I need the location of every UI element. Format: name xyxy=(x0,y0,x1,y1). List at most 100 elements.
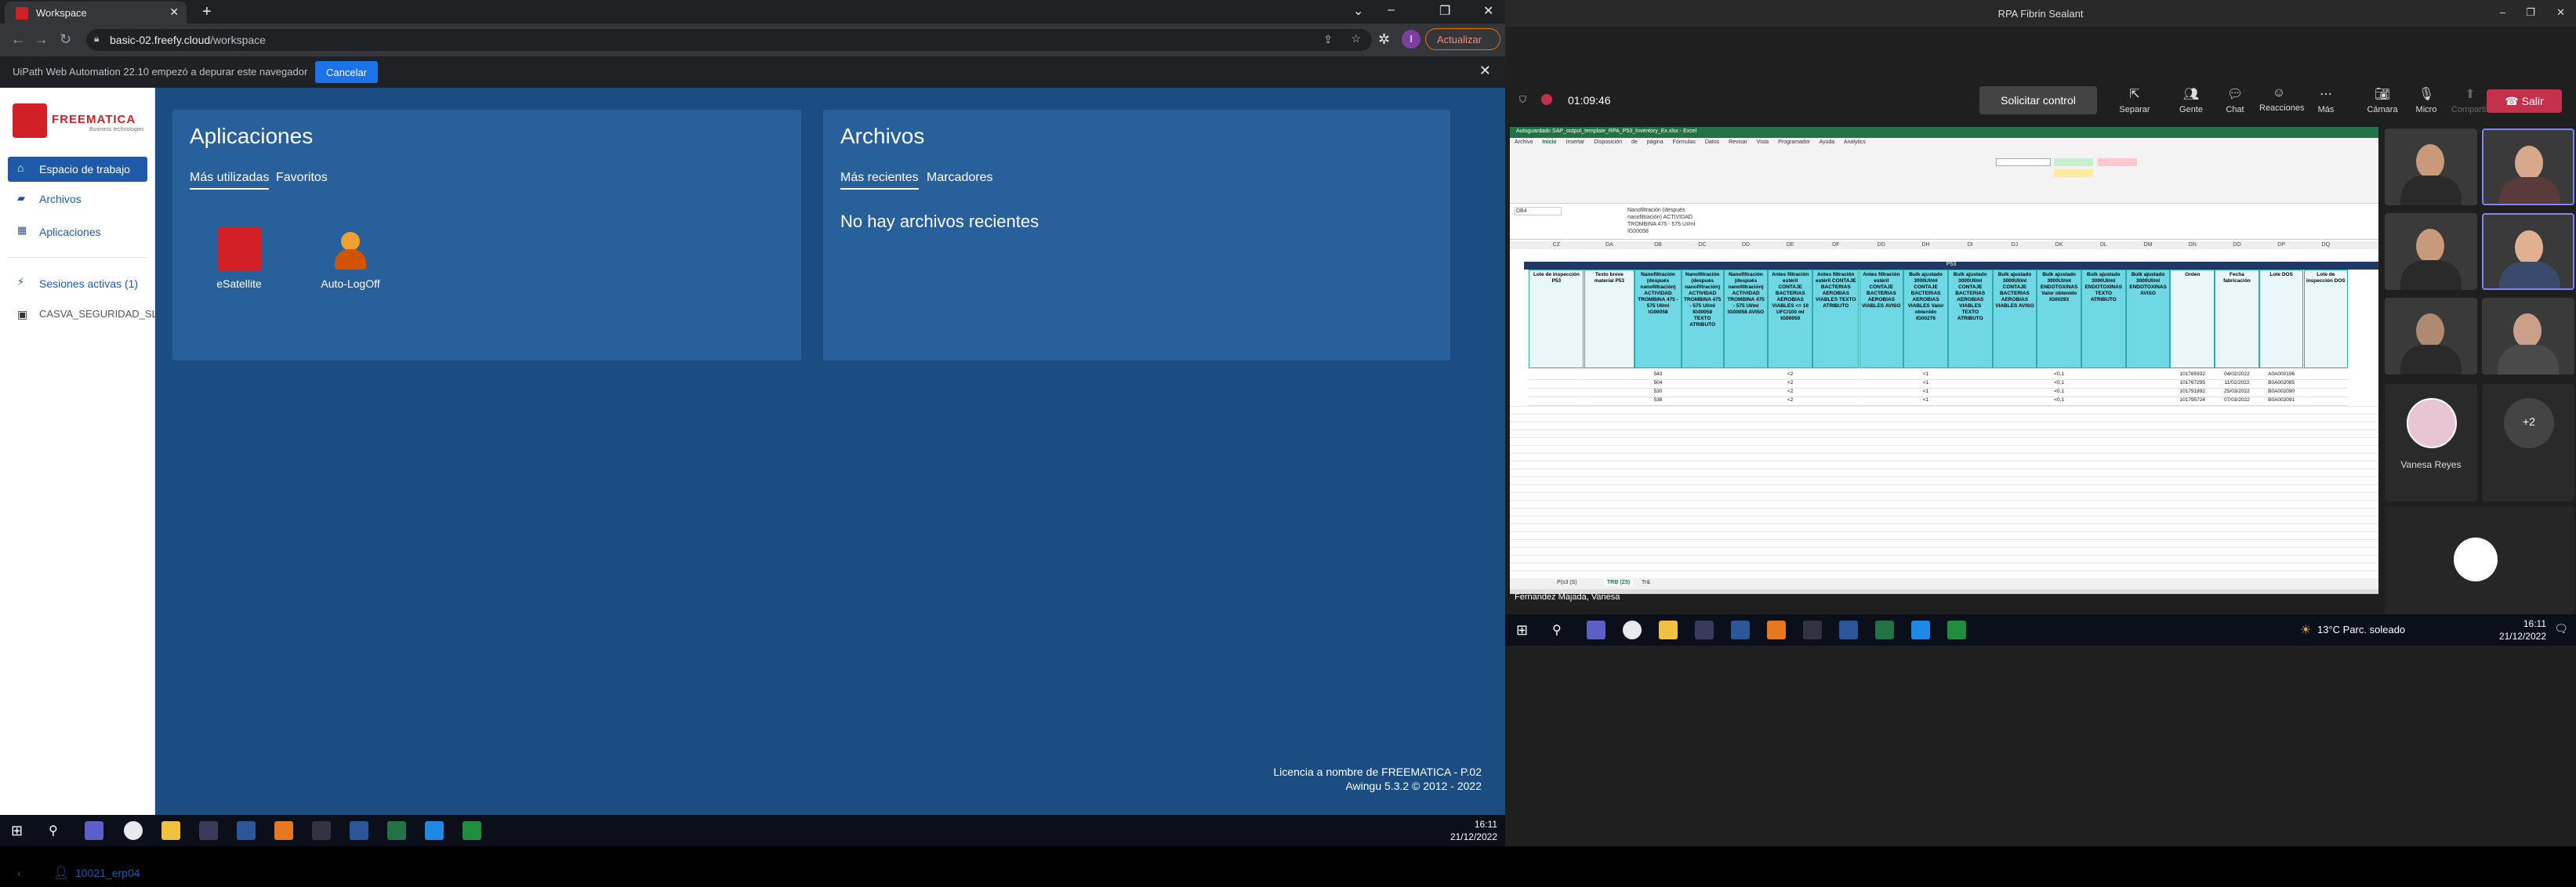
header-cell[interactable]: Antes filtración estéril CONTAJE BACTERI… xyxy=(1768,270,1813,368)
table-cell[interactable] xyxy=(1723,380,1769,389)
table-cell[interactable] xyxy=(1681,397,1724,406)
tab-favorites[interactable]: Favoritos xyxy=(276,171,328,185)
ribbon-tab[interactable]: Revisar xyxy=(1729,139,1747,145)
table-cell[interactable] xyxy=(2125,397,2171,406)
table-cell[interactable]: 543 xyxy=(1634,371,1682,380)
table-cell[interactable] xyxy=(2125,380,2171,389)
table-cell[interactable] xyxy=(1529,380,1584,389)
table-cell[interactable]: 101767295 xyxy=(2170,380,2215,389)
ribbon-tab[interactable]: Insertar xyxy=(1566,139,1585,145)
table-cell[interactable] xyxy=(1812,371,1859,380)
explorer-taskbar-icon[interactable] xyxy=(1659,621,1678,639)
column-header[interactable]: DA xyxy=(1584,242,1635,248)
sidebar-item-workspace[interactable]: ⌂ Espacio de trabajo xyxy=(8,157,147,182)
header-cell[interactable]: Nanofiltración (después nanofiltración) … xyxy=(1723,270,1769,368)
table-cell[interactable]: 101765932 xyxy=(2170,371,2215,380)
chrome-taskbar-icon[interactable] xyxy=(124,821,143,840)
header-cell[interactable]: Bulk ajustado 3000UI/ml CONTAJE BACTERIA… xyxy=(1947,270,1993,368)
app-taskbar-icon[interactable] xyxy=(1731,621,1750,639)
column-header[interactable]: DJ xyxy=(1993,242,2037,248)
table-cell[interactable]: <2 xyxy=(1768,371,1813,380)
share-button[interactable]: ⬆ Compartir xyxy=(2451,86,2490,114)
app-taskbar-icon[interactable] xyxy=(1947,621,1966,639)
teams-taskbar-icon[interactable] xyxy=(1587,621,1605,639)
pop-out-button[interactable]: ⇱ Separar xyxy=(2115,86,2154,114)
table-cell[interactable]: 530 xyxy=(1634,389,1682,397)
close-tab-icon[interactable]: ✕ xyxy=(169,5,179,19)
table-cell[interactable]: <2 xyxy=(1768,389,1813,397)
table-cell[interactable] xyxy=(1681,380,1724,389)
table-cell[interactable]: 25/03/2022 xyxy=(2215,389,2259,397)
participant-video[interactable] xyxy=(2385,129,2477,205)
table-cell[interactable]: 11/02/2022 xyxy=(2215,380,2259,389)
column-header[interactable]: DQ xyxy=(2304,242,2349,248)
app-taskbar-icon[interactable] xyxy=(1803,621,1822,639)
header-cell[interactable]: Antes filtración estéril CONTAJE BACTERI… xyxy=(1859,270,1904,368)
request-control-button[interactable]: Solicitar control xyxy=(1979,86,2097,114)
header-cell[interactable]: Fecha fabricación xyxy=(2215,270,2259,368)
table-cell[interactable]: 07/03/2022 xyxy=(2215,397,2259,406)
reactions-button[interactable]: ☺ Reacciones xyxy=(2259,86,2304,113)
table-cell[interactable] xyxy=(1992,397,2037,406)
table-cell[interactable]: 101795724 xyxy=(2170,397,2215,406)
search-icon[interactable]: ⚲ xyxy=(49,823,58,838)
table-cell[interactable]: A0A000196 xyxy=(2259,371,2304,380)
chat-button[interactable]: 💬︎ Chat xyxy=(2215,86,2255,114)
column-header[interactable]: DP xyxy=(2259,242,2304,248)
app-taskbar-icon[interactable] xyxy=(312,821,331,840)
formula-input[interactable]: Nanofiltración (después nanofiltración) … xyxy=(1627,207,1698,235)
reload-icon[interactable]: ↻ xyxy=(60,31,71,48)
app-taskbar-icon[interactable] xyxy=(1911,621,1930,639)
more-participants-tile[interactable]: +2 xyxy=(2482,384,2574,501)
table-cell[interactable] xyxy=(2125,389,2171,397)
restore-icon[interactable]: ❐ xyxy=(2526,6,2535,19)
table-cell[interactable]: <1 xyxy=(1903,389,1948,397)
header-cell[interactable]: Bulk ajustado 3000UI/ml ENDOTOXINAS Valo… xyxy=(2037,270,2081,368)
name-box[interactable]: DB4 xyxy=(1515,207,1562,215)
app-taskbar-icon[interactable] xyxy=(463,821,481,840)
ribbon-tab[interactable]: Analytics xyxy=(1844,139,1866,145)
header-cell[interactable]: Orden xyxy=(2170,270,2215,368)
app-taskbar-icon[interactable] xyxy=(237,821,256,840)
participant-video[interactable] xyxy=(2385,213,2477,290)
app-taskbar-icon[interactable] xyxy=(1695,621,1714,639)
people-button[interactable]: 👥︎ Gente xyxy=(2171,86,2211,114)
table-cell[interactable]: <1 xyxy=(1903,397,1948,406)
sidebar-item-company[interactable]: ▣ CASVA_SEGURIDAD_SL xyxy=(8,304,158,328)
back-icon[interactable]: ← xyxy=(11,31,25,48)
table-cell[interactable] xyxy=(1812,389,1859,397)
notifications-icon[interactable]: 🗨︎ xyxy=(2554,622,2568,635)
cancel-debug-button[interactable]: Cancelar xyxy=(315,61,378,83)
profile-avatar[interactable]: I xyxy=(1402,30,1420,49)
column-header[interactable]: DM xyxy=(2126,242,2171,248)
sheet-tab[interactable]: Tr& xyxy=(1642,580,1650,585)
sidebar-item-sessions[interactable]: ⚡︎ Sesiones activas (1) xyxy=(8,273,147,296)
header-cell[interactable]: Lote de inspección P53 xyxy=(1529,270,1584,368)
browser-tab-workspace[interactable]: Workspace ✕ xyxy=(5,2,187,24)
table-cell[interactable] xyxy=(1947,371,1993,380)
tab-most-used[interactable]: Más utilizadas xyxy=(190,171,270,190)
url-input[interactable]: 🔒︎ basic-02.freefy.cloud/workspace ⇪ ☆ xyxy=(86,29,1372,51)
header-cell[interactable]: Nanofiltración (después nanofiltración) … xyxy=(1634,270,1682,368)
restore-icon[interactable]: ❐ xyxy=(1439,3,1450,19)
table-cell[interactable]: <0,1 xyxy=(2037,371,2081,380)
weather-text[interactable]: 13°C Parc. soleado xyxy=(2317,624,2405,635)
table-cell[interactable]: 504 xyxy=(1634,380,1682,389)
sublime-taskbar-icon[interactable] xyxy=(274,821,293,840)
user-name[interactable]: 10021_erp04 xyxy=(75,867,140,879)
header-cell[interactable]: Antes filtración estéril CONTAJE BACTERI… xyxy=(1812,270,1859,368)
close-window-icon[interactable]: ✕ xyxy=(1483,3,1493,19)
table-cell[interactable] xyxy=(2303,380,2349,389)
sheet-tab[interactable]: P(s3 (S) xyxy=(1557,580,1577,585)
column-header[interactable]: DH xyxy=(1903,242,1948,248)
table-cell[interactable] xyxy=(1723,397,1769,406)
minimize-icon[interactable]: – xyxy=(2500,6,2505,18)
forward-icon[interactable]: → xyxy=(34,31,49,48)
ribbon-tab[interactable]: Vista xyxy=(1757,139,1769,145)
table-cell[interactable] xyxy=(1681,371,1724,380)
close-infobar-icon[interactable]: ✕ xyxy=(1479,63,1491,79)
leave-button[interactable]: ☎ Salir xyxy=(2487,89,2562,113)
word-taskbar-icon[interactable] xyxy=(1839,621,1858,639)
table-cell[interactable] xyxy=(1947,380,1993,389)
column-header[interactable]: DO xyxy=(2215,242,2259,248)
